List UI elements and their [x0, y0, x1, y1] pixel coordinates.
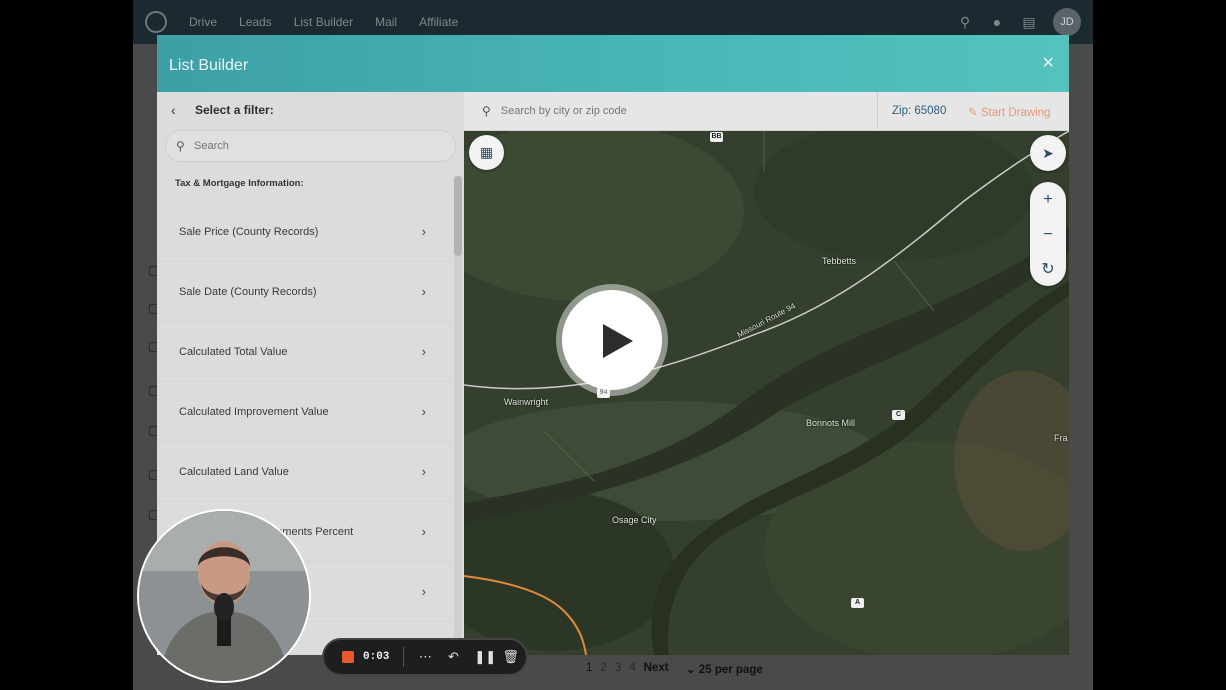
filter-item-sale-price[interactable]: Sale Price (County Records) › [157, 202, 454, 262]
start-drawing-label: Start Drawing [980, 107, 1051, 119]
map-layer-button[interactable]: ▦ [469, 135, 504, 170]
map-label-tebbetts: Tebbetts [822, 256, 857, 266]
pagination: 1 2 3 4 Next [586, 662, 669, 674]
recording-timer: 0:03 [363, 651, 390, 663]
nav-link-leads[interactable]: Leads [239, 15, 272, 29]
per-page-select[interactable]: ⌄ 25 per page [686, 662, 763, 676]
filter-item-total-value[interactable]: Calculated Total Value › [157, 322, 454, 382]
per-page-label: 25 per page [698, 664, 763, 676]
search-icon[interactable]: ⚲ [957, 14, 973, 30]
nav-link-mail[interactable]: Mail [375, 15, 397, 29]
filter-item-label: Calculated Improvement Value [179, 405, 329, 418]
filter-heading: Select a filter: [195, 103, 274, 117]
filter-scrollbar[interactable] [454, 176, 462, 655]
avatar[interactable]: JD [1053, 8, 1081, 36]
modal-header: List Builder × [157, 35, 1069, 92]
chevron-right-icon: › [421, 284, 426, 299]
clipboard-icon[interactable]: ▤ [1021, 14, 1037, 30]
page-link-1[interactable]: 1 [586, 662, 592, 674]
zoom-out-button[interactable]: − [1030, 217, 1066, 252]
search-icon: ⚲ [176, 139, 185, 153]
map-label-osage-city: Osage City [612, 515, 657, 525]
play-icon [603, 324, 633, 358]
nav-link-drive[interactable]: Drive [189, 15, 217, 29]
help-icon[interactable]: ● [989, 14, 1005, 30]
recording-toolbar: 0:03 ⋯ ↶ ❚❚ 🗑 [322, 638, 528, 676]
next-page-link[interactable]: Next [644, 662, 669, 674]
undo-icon[interactable]: ↶ [446, 649, 460, 665]
filter-panel-header: ‹ Select a filter: [157, 92, 464, 128]
page-link-2[interactable]: 2 [600, 662, 606, 674]
stop-recording-button[interactable] [342, 651, 354, 663]
divider [877, 92, 878, 131]
chevron-right-icon: › [421, 224, 426, 239]
zoom-in-button[interactable]: + [1030, 182, 1066, 217]
section-title: Tax & Mortgage Information: [175, 178, 304, 189]
zoom-controls: + − ↻ [1030, 182, 1066, 286]
filter-search[interactable]: ⚲ [165, 130, 456, 162]
presenter-image [139, 511, 309, 681]
video-play-button[interactable] [556, 284, 668, 396]
start-drawing-button[interactable]: ✎ Start Drawing [968, 105, 1051, 119]
route-shield-a: A [851, 598, 864, 608]
filter-item-label: Sale Price (County Records) [179, 225, 319, 238]
refresh-icon[interactable]: ↻ [1030, 252, 1066, 287]
map-label-fra: Fra [1054, 433, 1068, 443]
page-link-3[interactable]: 3 [615, 662, 621, 674]
grid-icon[interactable]: ⋯ [418, 649, 432, 665]
map-search-bar: ⚲ Zip: 65080 ✎ Start Drawing [464, 92, 1069, 131]
divider [403, 647, 405, 667]
map-terrain [464, 131, 1069, 655]
filter-item-label: Calculated Land Value [179, 465, 289, 478]
trash-icon[interactable]: 🗑 [502, 649, 519, 665]
logo-icon[interactable] [145, 11, 167, 33]
nav-link-list-builder[interactable]: List Builder [294, 15, 353, 29]
close-icon[interactable]: × [1042, 53, 1054, 73]
filter-item-sale-date[interactable]: Sale Date (County Records) › [157, 262, 454, 322]
filter-item-label: Calculated Total Value [179, 345, 288, 358]
city-zip-search-input[interactable] [500, 105, 861, 117]
chevron-right-icon: › [421, 584, 426, 599]
zip-label: Zip: 65080 [892, 105, 947, 117]
filter-item-label: Sale Date (County Records) [179, 285, 317, 298]
map-label-bonnots-mill: Bonnots Mill [806, 418, 856, 428]
back-arrow-icon[interactable]: ‹ [171, 102, 187, 118]
scrollbar-thumb[interactable] [454, 176, 462, 256]
nav-link-affiliate[interactable]: Affiliate [419, 15, 458, 29]
chevron-right-icon: › [421, 344, 426, 359]
route-shield-bb: BB [710, 132, 723, 142]
locate-button[interactable]: ➤ [1030, 135, 1066, 171]
navigation-arrow-icon: ➤ [1042, 144, 1054, 161]
play-button-face [562, 290, 662, 390]
map-label-wainwright: Wainwright [504, 397, 549, 407]
route-shield-c: C [892, 410, 905, 420]
video-frame: Drive Leads List Builder Mail Affiliate … [0, 0, 1226, 690]
filter-item-land-value[interactable]: Calculated Land Value › [157, 442, 454, 502]
chevron-right-icon: › [421, 524, 426, 539]
chevron-right-icon: › [421, 464, 426, 479]
chevron-right-icon: › [421, 404, 426, 419]
pause-icon[interactable]: ❚❚ [474, 649, 496, 665]
search-icon: ⚲ [482, 104, 491, 118]
page-link-4[interactable]: 4 [629, 662, 635, 674]
filter-item-improvement-value[interactable]: Calculated Improvement Value › [157, 382, 454, 442]
filter-search-input[interactable] [194, 140, 434, 152]
webcam-overlay [139, 511, 309, 681]
map-icon: ▦ [479, 144, 494, 160]
satellite-map[interactable]: Tebbetts Wainwright Bonnots Mill Osage C… [464, 131, 1069, 655]
modal-title: List Builder [169, 57, 249, 74]
